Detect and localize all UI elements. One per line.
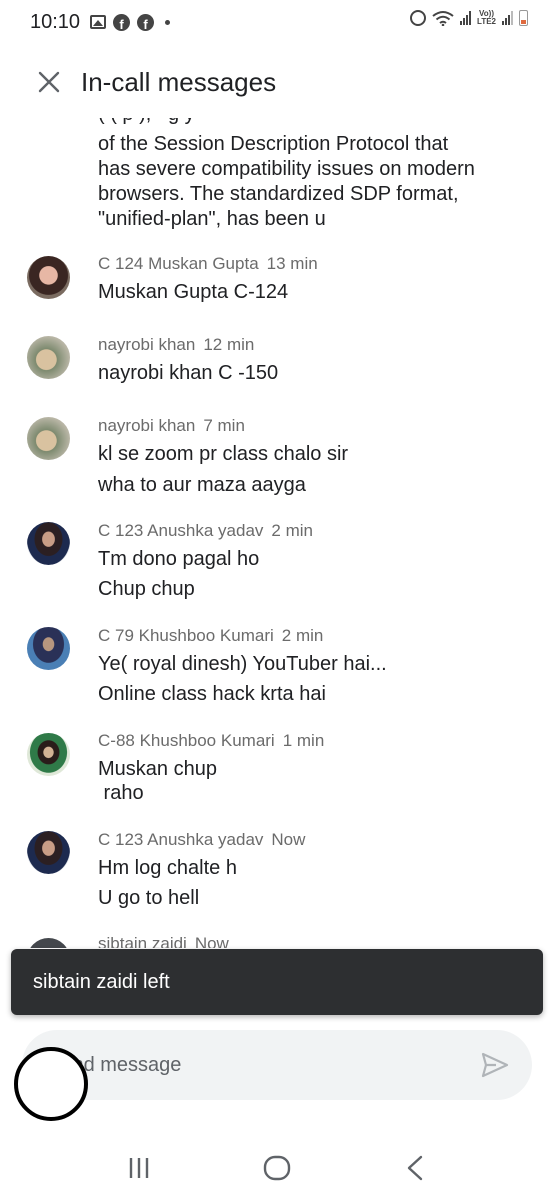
recents-icon [129,1158,149,1178]
sender-name: C 123 Anushka yadav [98,521,264,540]
message-meta: C 123 Anushka yadav 2 min [98,521,313,541]
status-notification-icons: f f [90,13,171,31]
message-time: 12 min [203,335,255,354]
lte-icon: Vo)) LTE2 [477,10,496,26]
sender-name: C 123 Anushka yadav [98,830,264,849]
avatar [27,831,70,874]
close-icon [38,71,60,93]
close-button[interactable] [29,62,69,102]
send-icon[interactable] [480,1050,510,1080]
message-text-line: Muskan Gupta C-124 [98,281,289,303]
message-text-line: browsers. The standardized SDP format, [98,183,459,205]
message-meta: nayrobi khan 12 min [98,335,254,355]
message-list[interactable]: ( ( p ), g y of the Session Description … [0,118,554,948]
message-text-line: kl se zoom pr class chalo sir [98,443,349,465]
message-text-line: raho [98,782,144,804]
sender-name: nayrobi khan [98,335,196,354]
message-input-bar [22,1030,532,1100]
avatar [27,522,70,565]
message-text-line: wha to aur maza aayga [98,474,306,496]
sender-name: C-88 Khushboo Kumari [98,731,275,750]
message-meta: C-88 Khushboo Kumari 1 min [98,731,324,751]
sender-name: nayrobi khan [98,416,196,435]
sender-name: C 79 Khushboo Kumari [98,626,274,645]
status-time: 10:10 [30,10,81,33]
avatar [27,733,70,776]
header: In-call messages [0,56,554,108]
message-text-line: Online class hack krta hai [98,683,326,705]
status-bar: 10:10 f f Vo)) LTE2 [0,0,554,44]
lte-label-bottom: LTE2 [477,17,496,26]
dot-icon [165,19,171,25]
snackbar: sibtain zaidi left [11,949,543,1015]
message-time: 1 min [282,731,325,750]
home-icon [263,1155,291,1181]
message-text-line: Hm log chalte h [98,857,237,879]
recents-button[interactable] [109,1143,169,1193]
message-text-line: of the Session Description Protocol that [98,133,449,155]
image-icon [90,15,107,29]
status-system-icons: Vo)) LTE2 [410,10,528,26]
facebook-icon: f [137,13,155,31]
avatar [27,336,70,379]
message-text-line: has severe compatibility issues on moder… [98,158,475,180]
message-meta: nayrobi khan 7 min [98,416,245,436]
message-meta: C 123 Anushka yadav Now [98,830,305,850]
message-time: 13 min [266,254,318,273]
message-text-line: nayrobi khan C -150 [98,362,279,384]
home-button[interactable] [247,1143,307,1193]
message-time: 7 min [203,416,245,435]
message-meta: C 124 Muskan Gupta 13 min [98,254,318,274]
back-icon [407,1155,423,1181]
snackbar-text: sibtain zaidi left [33,970,170,993]
page-title: In-call messages [81,66,277,97]
avatar [27,417,70,460]
message-time: 2 min [281,626,324,645]
signal-icon [460,11,472,25]
message-meta: sibtain zaidi Now [98,934,229,948]
touch-indicator [14,1047,88,1121]
message-time: Now [271,830,306,849]
battery-icon [519,10,528,26]
system-nav-bar [0,1140,554,1196]
message-time: Now [194,934,229,948]
signal-icon [502,11,513,25]
message-time: 2 min [271,521,313,540]
message-meta: C 79 Khushboo Kumari 2 min [98,626,323,646]
message-text-line: Tm dono pagal ho [98,548,260,570]
message-text-line: U go to hell [98,887,200,909]
sender-name: sibtain zaidi [98,934,187,948]
message-text-line: "unified-plan", has been u [98,208,326,230]
partial-message-clipped-line: ( ( p ), g y [98,118,528,126]
facebook-icon: f [113,13,131,31]
message-text-line: Ye( royal dinesh) YouTuber hai... [98,653,387,675]
wifi-icon [432,11,454,26]
message-text-line: Chup chup [98,578,195,600]
avatar [27,627,70,670]
alarm-icon [410,10,427,26]
sender-name: C 124 Muskan Gupta [98,254,259,273]
message-input[interactable] [48,1045,448,1085]
avatar [27,938,70,948]
message-text-line: Muskan chup [98,758,217,780]
partial-message: ( ( p ), g y of the Session Description … [98,118,528,232]
avatar [27,256,70,299]
back-button[interactable] [385,1143,445,1193]
